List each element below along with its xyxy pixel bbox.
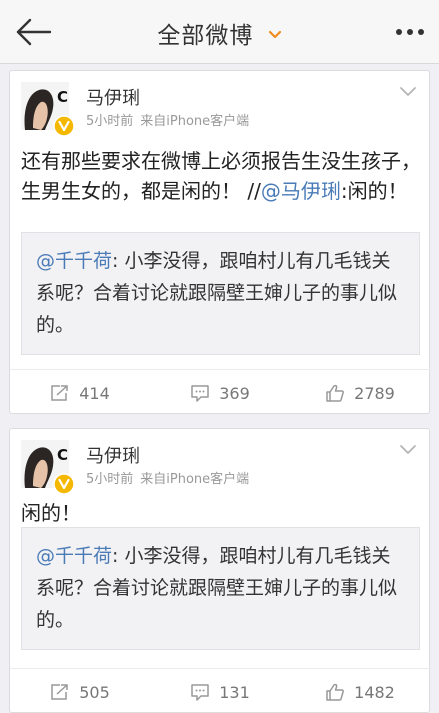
- comment-icon: [191, 684, 209, 701]
- like-count: 1482: [354, 682, 395, 702]
- repost-mention-link[interactable]: @千千荷: [36, 250, 112, 272]
- post-body-text: 还有那些要求在微博上必须报告生没生孩子，生男生女的，都是闲的！ //@马伊琍:闲…: [21, 146, 423, 206]
- post-username[interactable]: 马伊琍: [86, 442, 140, 468]
- repost-text: @千千荷: 小李没得，跟咱村儿有几毛钱关系呢？合着讨论就跟隔壁王婶儿子的事儿似的…: [22, 233, 419, 341]
- post-text-tail: :闲的！: [340, 179, 408, 203]
- card-menu-chevron-icon[interactable]: [399, 83, 417, 96]
- comment-icon: [191, 385, 209, 402]
- post-source: 来自iPhone客户端: [140, 472, 250, 487]
- dropdown-chevron-icon: [268, 20, 282, 46]
- repost-icon: [51, 385, 68, 401]
- post-time: 5小时前: [86, 472, 134, 487]
- repost-text: @千千荷: 小李没得，跟咱村儿有几毛钱关系呢？合着讨论就跟隔壁王婶儿子的事儿似的…: [22, 528, 419, 636]
- like-button[interactable]: 1482: [290, 669, 430, 713]
- repost-button[interactable]: 505: [10, 669, 150, 713]
- comment-count: 131: [219, 682, 250, 702]
- repost-icon: [51, 684, 68, 700]
- card-menu-chevron-icon[interactable]: [399, 441, 417, 454]
- repost-count: 414: [79, 383, 110, 403]
- post-source: 来自iPhone客户端: [140, 114, 250, 129]
- mention-link[interactable]: @马伊琍: [261, 179, 341, 203]
- like-count: 2789: [354, 383, 395, 403]
- comment-button[interactable]: 131: [150, 669, 290, 713]
- more-dots-icon[interactable]: [393, 20, 427, 44]
- top-nav-bar: 全部微博: [0, 0, 439, 64]
- like-icon: [326, 384, 345, 402]
- repost-button[interactable]: 414: [10, 370, 150, 416]
- post-username[interactable]: 马伊琍: [86, 84, 140, 110]
- reposted-content[interactable]: @千千荷: 小李没得，跟咱村儿有几毛钱关系呢？合着讨论就跟隔壁王婶儿子的事儿似的…: [21, 232, 420, 355]
- comment-button[interactable]: 369: [150, 370, 290, 416]
- verified-badge-icon: [53, 473, 75, 495]
- svg-text:C: C: [57, 446, 68, 464]
- post-action-bar: 414 369 2789: [10, 369, 431, 415]
- post-body-text: 闲的！: [21, 501, 81, 525]
- page-title: 全部微博: [157, 23, 254, 49]
- post-meta: 5小时前 来自iPhone客户端: [86, 110, 249, 129]
- svg-text:C: C: [57, 88, 68, 106]
- reposted-content[interactable]: @千千荷: 小李没得，跟咱村儿有几毛钱关系呢？合着讨论就跟隔壁王婶儿子的事儿似的…: [21, 527, 420, 650]
- post-action-bar: 505 131 1482: [10, 668, 431, 713]
- post-meta: 5小时前 来自iPhone客户端: [86, 468, 249, 487]
- verified-badge-icon: [53, 115, 75, 137]
- feed-group-selector[interactable]: 全部微博: [0, 16, 439, 50]
- repost-count: 505: [79, 682, 110, 702]
- repost-mention-link[interactable]: @千千荷: [36, 545, 112, 567]
- comment-count: 369: [219, 383, 250, 403]
- weibo-post-card[interactable]: C 马伊琍 5小时前 来自iPhone客户端 闲的！ @千千荷: 小李没得，跟咱村…: [9, 428, 431, 713]
- weibo-post-card[interactable]: C 马伊琍 5小时前 来自iPhone客户端 还有那些要求在微博上必须报告生没生孩…: [9, 70, 431, 415]
- like-icon: [326, 683, 345, 701]
- like-button[interactable]: 2789: [290, 370, 430, 416]
- post-time: 5小时前: [86, 114, 134, 129]
